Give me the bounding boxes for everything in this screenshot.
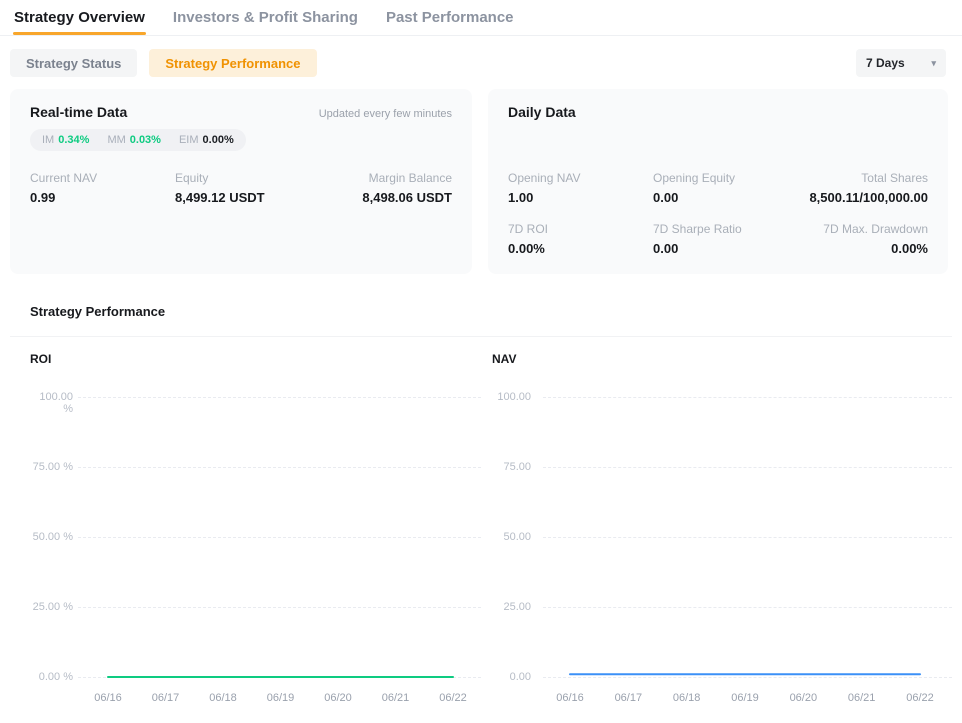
stat-label: Current NAV (30, 171, 175, 185)
stat-7d-max-drawdown: 7D Max. Drawdown 0.00% (823, 222, 928, 256)
stat-total-shares: Total Shares 8,500.11/100,000.00 (809, 171, 928, 205)
badge-value: 0.03% (130, 134, 161, 146)
stat-7d-roi: 7D ROI 0.00% (508, 222, 653, 256)
margin-badge-eim: EIM 0.00% (179, 134, 234, 146)
stat-label: Total Shares (809, 171, 928, 185)
badge-value: 0.00% (203, 134, 234, 146)
stat-7d-sharpe-ratio: 7D Sharpe Ratio 0.00 (653, 222, 823, 256)
stat-label: 7D ROI (508, 222, 653, 236)
stat-value: 0.00 (653, 190, 809, 205)
x-axis-label: 06/20 (778, 692, 828, 704)
chevron-down-icon: ▾ (931, 59, 936, 68)
gridline (78, 467, 481, 468)
y-axis-label: 25.00 (492, 601, 531, 613)
stat-opening-equity: Opening Equity 0.00 (653, 171, 809, 205)
gridline (78, 607, 481, 608)
y-axis-label: 25.00 % (30, 601, 73, 613)
stat-label: Margin Balance (362, 171, 452, 185)
charts-area: ROI 100.00 % 75.00 % 50.00 % 25.00 % 0.00 % 06… (0, 337, 962, 719)
x-axis-label: 06/21 (371, 692, 421, 704)
stat-value: 8,498.06 USDT (362, 190, 452, 205)
top-tab-bar: Strategy Overview Investors & Profit Shar… (0, 0, 962, 36)
x-axis-label: 06/19 (256, 692, 306, 704)
stat-value: 0.00 (653, 241, 823, 256)
gridline (78, 677, 481, 678)
stat-margin-balance: Margin Balance 8,498.06 USDT (362, 171, 452, 205)
realtime-stats-row: Current NAV 0.99Equity 8,499.12 USDTMargin… (30, 171, 452, 205)
stat-label: Equity (175, 171, 362, 185)
x-axis-label: 06/17 (141, 692, 191, 704)
stat-value: 0.00% (823, 241, 928, 256)
gridline (543, 537, 952, 538)
x-axis-label: 06/22 (895, 692, 945, 704)
data-cards-row: Real-time Data Updated every few minutes… (10, 89, 962, 274)
y-axis-label: 50.00 (492, 531, 531, 543)
x-axis-label: 06/20 (313, 692, 363, 704)
strategy-performance-pill[interactable]: Strategy Performance (149, 49, 316, 77)
gridline (543, 397, 952, 398)
stat-value: 0.99 (30, 190, 175, 205)
performance-section-title: Strategy Performance (30, 304, 962, 319)
stat-label: 7D Sharpe Ratio (653, 222, 823, 236)
realtime-card-title: Real-time Data (30, 104, 127, 120)
stat-value: 8,500.11/100,000.00 (809, 190, 928, 205)
margin-badge-mm: MM 0.03% (107, 134, 161, 146)
gridline (543, 677, 952, 678)
x-axis-label: 06/17 (603, 692, 653, 704)
x-axis-label: 06/21 (837, 692, 887, 704)
roi-chart: ROI 100.00 % 75.00 % 50.00 % 25.00 % 0.00 % 06… (30, 344, 481, 716)
y-axis-label: 100.00 % (30, 391, 73, 415)
stat-value: 8,499.12 USDT (175, 190, 362, 205)
gridline (78, 397, 481, 398)
nav-chart: NAV 100.00 75.00 50.00 25.00 0.00 06/16 06/17 06… (492, 344, 952, 716)
x-axis-label: 06/16 (545, 692, 595, 704)
x-axis-label: 06/16 (83, 692, 133, 704)
stat-opening-nav: Opening NAV 1.00 (508, 171, 653, 205)
tab-strategy-overview[interactable]: Strategy Overview (12, 0, 147, 34)
x-axis-label: 06/18 (662, 692, 712, 704)
roi-series-line (30, 344, 481, 716)
time-range-value: 7 Days (866, 56, 905, 70)
time-range-select[interactable]: 7 Days ▾ (856, 49, 946, 77)
y-axis-label: 100.00 (492, 391, 531, 403)
tab-investors-profit-sharing[interactable]: Investors & Profit Sharing (171, 0, 360, 34)
x-axis-label: 06/18 (198, 692, 248, 704)
stat-label: Opening Equity (653, 171, 809, 185)
realtime-data-card: Real-time Data Updated every few minutes… (10, 89, 472, 274)
daily-stats-row-2: 7D ROI 0.00%7D Sharpe Ratio 0.007D Max. Dr… (508, 222, 928, 256)
badge-label: MM (107, 134, 125, 146)
y-axis-label: 0.00 (492, 671, 531, 683)
sub-toolbar: Strategy Status Strategy Performance 7 D… (10, 49, 946, 77)
badge-label: IM (42, 134, 54, 146)
gridline (543, 467, 952, 468)
daily-data-card: Daily Data Opening NAV 1.00Opening Equity… (488, 89, 948, 274)
tab-past-performance[interactable]: Past Performance (384, 0, 516, 34)
daily-card-title: Daily Data (508, 104, 576, 120)
gridline (78, 537, 481, 538)
stat-label: 7D Max. Drawdown (823, 222, 928, 236)
strategy-status-pill[interactable]: Strategy Status (10, 49, 137, 77)
y-axis-label: 75.00 % (30, 461, 73, 473)
x-axis-label: 06/22 (428, 692, 478, 704)
badge-label: EIM (179, 134, 199, 146)
y-axis-label: 75.00 (492, 461, 531, 473)
margin-badges: IM 0.34% MM 0.03% EIM 0.00% (30, 129, 246, 151)
nav-chart-title: NAV (492, 352, 516, 366)
stat-label: Opening NAV (508, 171, 653, 185)
y-axis-label: 0.00 % (30, 671, 73, 683)
stat-current-nav: Current NAV 0.99 (30, 171, 175, 205)
badge-value: 0.34% (58, 134, 89, 146)
nav-series-line (492, 344, 952, 716)
margin-badge-im: IM 0.34% (42, 134, 89, 146)
x-axis-label: 06/19 (720, 692, 770, 704)
gridline (543, 607, 952, 608)
stat-value: 1.00 (508, 190, 653, 205)
y-axis-label: 50.00 % (30, 531, 73, 543)
roi-chart-title: ROI (30, 352, 51, 366)
stat-equity: Equity 8,499.12 USDT (175, 171, 362, 205)
daily-stats-row-1: Opening NAV 1.00Opening Equity 0.00Total S… (508, 171, 928, 205)
updated-note: Updated every few minutes (319, 108, 452, 120)
stat-value: 0.00% (508, 241, 653, 256)
